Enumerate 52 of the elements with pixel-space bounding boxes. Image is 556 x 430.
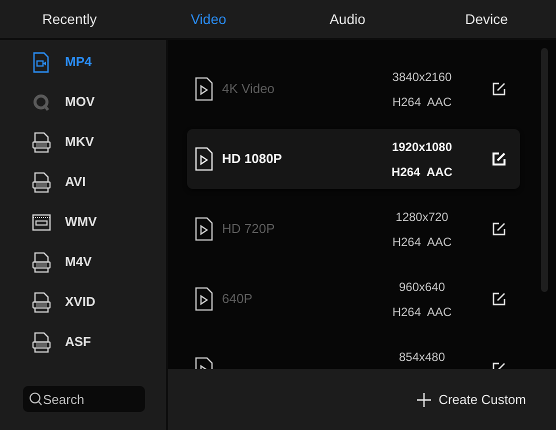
preset-name: 640P (222, 290, 254, 308)
sidebar-item[interactable]: ASF (0, 322, 166, 362)
codec-text: H264 AAC (392, 94, 452, 110)
file-icon (32, 252, 51, 272)
preset-row[interactable]: 4K Video 3840x2160 H264 AAC (187, 59, 520, 119)
edit-button[interactable] (492, 82, 506, 96)
video-file-icon (195, 147, 214, 171)
video-file-icon (195, 287, 214, 311)
sidebar-item[interactable]: MP4 (0, 42, 166, 82)
preset-name: 4K Video (222, 80, 276, 98)
video-file-icon (195, 217, 214, 241)
edit-icon (492, 82, 506, 96)
window-icon (32, 212, 51, 232)
sidebar-item[interactable]: MKV (0, 122, 166, 162)
edit-icon (492, 152, 506, 166)
file-icon (32, 332, 51, 352)
plus-icon (416, 392, 431, 406)
preset-name: HD 720P (222, 220, 276, 238)
tab[interactable]: Recently (0, 0, 139, 38)
search-field[interactable]: Search (23, 386, 145, 412)
edit-icon (492, 222, 506, 236)
video-file-icon (32, 52, 51, 72)
preset-name: HD 1080P (222, 150, 283, 168)
sidebar-item[interactable]: AVI (0, 162, 166, 202)
resolution-text: 1280x720 (396, 208, 448, 226)
resolution-text: 960x640 (398, 278, 446, 296)
codec-text: H264 AAC (392, 164, 452, 180)
codec-text: H264 AAC (392, 304, 452, 320)
file-icon (32, 132, 51, 152)
resolution-text: 854x480 (398, 348, 446, 366)
video-file-icon (195, 77, 214, 101)
sidebar-item[interactable]: MOV (0, 82, 166, 122)
tab[interactable]: Audio (278, 0, 417, 38)
sidebar-item[interactable]: XVID (0, 282, 166, 322)
preset-row[interactable]: 854x480 (187, 339, 520, 369)
preset-row[interactable]: HD 720P 1280x720 H264 AAC (187, 199, 520, 259)
file-icon (32, 292, 51, 312)
edit-button[interactable] (492, 292, 506, 306)
tab[interactable]: Video (139, 0, 278, 38)
preset-row[interactable]: 640P 960x640 H264 AAC (187, 269, 520, 329)
resolution-text: 3840x2160 (392, 68, 452, 86)
preset-row[interactable]: HD 1080P 1920x1080 H264 AAC (187, 129, 520, 189)
edit-button[interactable] (492, 222, 506, 236)
tab[interactable]: Device (417, 0, 556, 38)
quicktime-icon (32, 92, 51, 112)
codec-text: H264 AAC (392, 234, 452, 250)
file-icon (32, 172, 51, 192)
sidebar-item[interactable]: WMV (0, 202, 166, 242)
sidebar-item[interactable]: M4V (0, 242, 166, 282)
resolution-text: 1920x1080 (392, 138, 452, 156)
edit-icon (492, 292, 506, 306)
create-custom-button[interactable]: Create Custom (416, 390, 526, 410)
